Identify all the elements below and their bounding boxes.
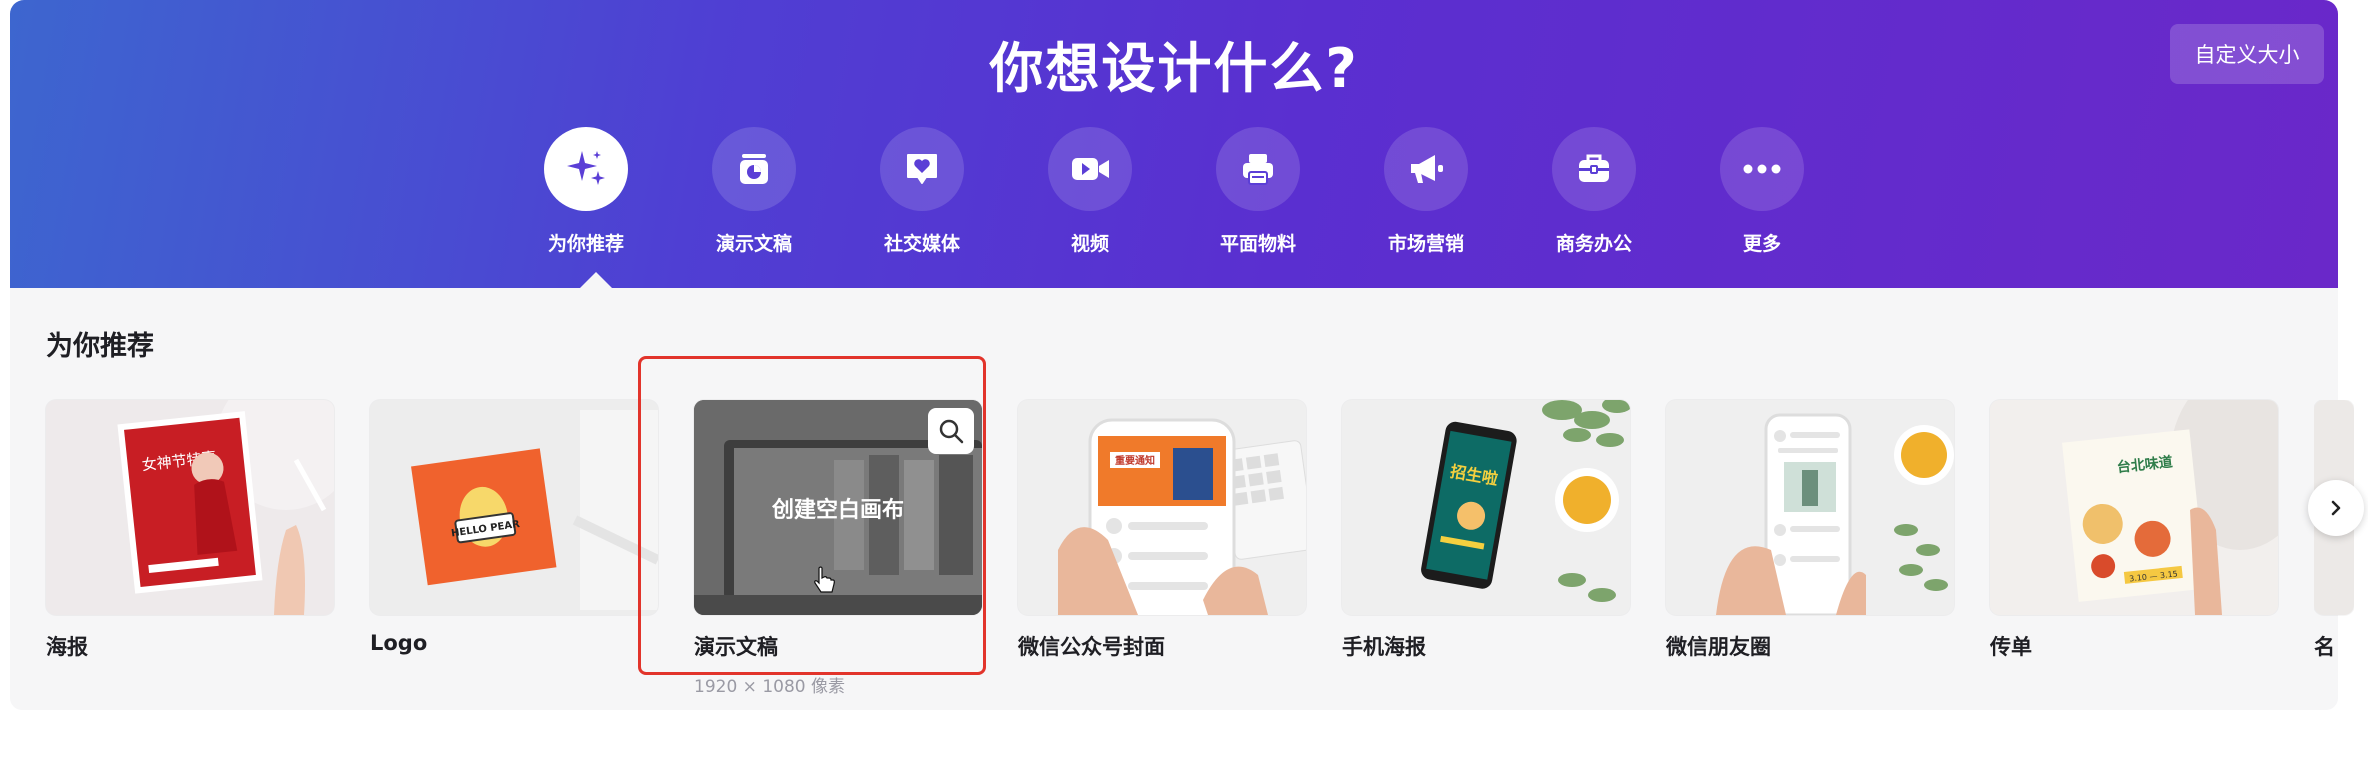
printer-icon <box>1243 154 1273 185</box>
category-presentation[interactable]: 演示文稿 <box>684 127 824 256</box>
presentation-icon <box>740 154 768 184</box>
template-card-wechat-cover[interactable]: 重要通知 微信公众号封面 <box>1018 400 1306 661</box>
chevron-right-icon <box>2331 500 2341 516</box>
preview-button[interactable] <box>928 408 974 454</box>
wechat-cover-thumb-notice: 重要通知 <box>1115 454 1155 467</box>
template-card-wechat-moments[interactable]: 微信朋友圈 <box>1666 400 1954 661</box>
category-label: 更多 <box>1742 233 1781 255</box>
carousel-next-button[interactable] <box>2308 480 2364 536</box>
category-label: 商务办公 <box>1555 233 1632 255</box>
card-title: 微信公众号封面 <box>1018 635 1165 659</box>
search-icon <box>939 419 964 444</box>
mobile-poster-thumbnail: 招生啦 <box>1342 400 1630 615</box>
category-label: 市场营销 <box>1387 233 1464 255</box>
category-label: 社交媒体 <box>883 233 960 255</box>
section-title: 为你推荐 <box>46 331 154 362</box>
hero-banner: 你想设计什么? 自定义大小 为你推荐 演示文稿 社交媒体 视频 平面物料 市场营… <box>10 0 2338 288</box>
category-marketing[interactable]: 市场营销 <box>1356 127 1496 256</box>
card-title: 传单 <box>1990 635 2032 659</box>
category-more[interactable]: 更多 <box>1692 127 1832 256</box>
sparkle-icon <box>567 151 605 185</box>
card-title: 名 <box>2314 635 2335 659</box>
category-label: 平面物料 <box>1219 233 1296 255</box>
create-blank-canvas-label[interactable]: 创建空白画布 <box>694 492 982 524</box>
presentation-thumbnail: 创建空白画布 <box>694 400 982 615</box>
card-title: Logo <box>370 631 428 655</box>
template-card-presentation[interactable]: 创建空白画布 演示文稿 1920 × 1080 像素 <box>694 400 982 697</box>
wechat-cover-thumbnail: 重要通知 <box>1018 400 1306 615</box>
logo-thumbnail: HELLO PEAR <box>370 400 658 615</box>
custom-size-button[interactable]: 自定义大小 <box>2170 24 2324 84</box>
card-title: 海报 <box>46 635 88 659</box>
category-label: 为你推荐 <box>547 233 624 255</box>
category-print[interactable]: 平面物料 <box>1188 127 1328 256</box>
hand-cursor-icon <box>814 566 835 593</box>
template-card-poster[interactable]: 女神节特惠 海报 <box>46 400 334 661</box>
briefcase-icon <box>1579 154 1609 182</box>
poster-thumbnail: 女神节特惠 <box>46 400 334 615</box>
template-card-flyer[interactable]: 台北味道 3.10 — 3.15 传单 <box>1990 400 2278 661</box>
more-dots-icon <box>1743 164 1781 174</box>
megaphone-icon <box>1411 155 1443 183</box>
card-title: 微信朋友圈 <box>1666 635 1771 659</box>
wechat-moments-thumbnail <box>1666 400 1954 615</box>
active-tab-indicator <box>580 272 612 288</box>
category-video[interactable]: 视频 <box>1020 127 1160 256</box>
category-label: 演示文稿 <box>715 233 792 255</box>
video-camera-icon <box>1072 158 1109 180</box>
template-card-mobile-poster[interactable]: 招生啦 手机海报 <box>1342 400 1630 661</box>
page-title: 你想设计什么? <box>989 37 1359 100</box>
card-title: 手机海报 <box>1342 635 1426 659</box>
card-dimensions: 1920 × 1080 像素 <box>694 677 845 697</box>
category-business[interactable]: 商务办公 <box>1524 127 1664 256</box>
category-recommended[interactable]: 为你推荐 <box>516 127 656 256</box>
recommendations-panel: 为你推荐 女神节特惠 海报 HELLO PEAR Logo 创建空白画布 演示文… <box>10 288 2354 710</box>
template-card-logo[interactable]: HELLO PEAR Logo <box>370 400 658 655</box>
category-label: 视频 <box>1070 233 1109 255</box>
flyer-thumbnail: 台北味道 3.10 — 3.15 <box>1990 400 2278 615</box>
category-social-media[interactable]: 社交媒体 <box>852 127 992 256</box>
card-title: 演示文稿 <box>694 635 778 659</box>
heart-chat-icon <box>907 154 937 184</box>
